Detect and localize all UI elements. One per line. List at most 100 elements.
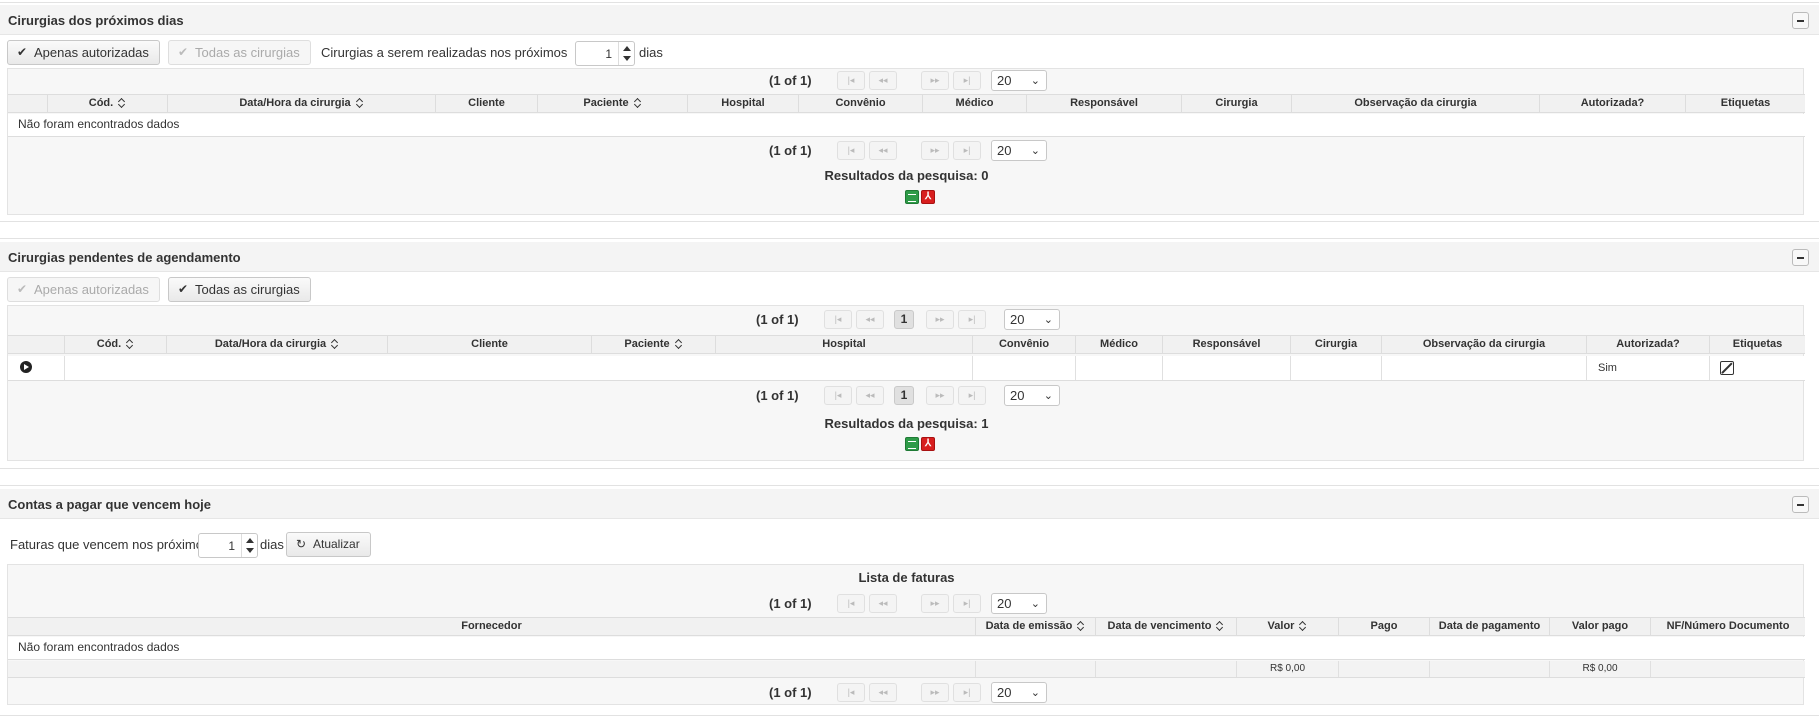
days-spinner[interactable]: 1: [575, 41, 635, 66]
check-icon: ✔: [17, 282, 28, 296]
last-page-icon[interactable]: ▸|: [953, 683, 981, 702]
total-value: R$ 0,00: [1269, 663, 1306, 674]
days-suffix-label: dias: [639, 45, 663, 60]
spin-up-icon[interactable]: [623, 46, 631, 51]
sort-icon: [126, 339, 134, 349]
prev-page-icon[interactable]: ◂◂: [869, 71, 897, 90]
last-page-icon[interactable]: ▸|: [958, 310, 986, 329]
expand-row-icon[interactable]: [20, 361, 32, 373]
spin-down-icon[interactable]: [623, 56, 631, 61]
due-days-spinner[interactable]: 1: [198, 533, 258, 558]
page-1-button[interactable]: 1: [894, 310, 914, 329]
col-payment-date: Data de pagamento: [1430, 618, 1550, 636]
search-results-count: Resultados da pesquisa: 0: [824, 168, 989, 183]
rows-per-page-select[interactable]: 20 ⌄: [991, 682, 1047, 703]
next-page-icon[interactable]: ▸▸: [921, 683, 949, 702]
prev-page-icon[interactable]: ◂◂: [856, 386, 884, 405]
col-cod[interactable]: Cód.: [48, 95, 168, 113]
days-prefix-label: Cirurgias a serem realizadas nos próximo…: [321, 45, 568, 60]
col-hospital: Hospital: [716, 336, 973, 354]
search-results-count: Resultados da pesquisa: 1: [824, 416, 989, 431]
prev-page-icon[interactable]: ◂◂: [856, 310, 884, 329]
collapse-icon[interactable]: [1792, 496, 1809, 513]
prev-page-icon[interactable]: ◂◂: [869, 594, 897, 613]
prev-page-icon[interactable]: ◂◂: [869, 141, 897, 160]
sort-icon: [331, 339, 339, 349]
all-surgeries-button[interactable]: ✔ Todas as cirurgias: [168, 277, 311, 302]
page-info: (1 of 1): [756, 312, 799, 327]
next-page-icon[interactable]: ▸▸: [921, 141, 949, 160]
first-page-icon[interactable]: |◂: [837, 683, 865, 702]
page-1-button[interactable]: 1: [894, 386, 914, 405]
only-authorized-button[interactable]: ✔ Apenas autorizadas: [7, 40, 160, 65]
next-page-icon[interactable]: ▸▸: [926, 310, 954, 329]
last-page-icon[interactable]: ▸|: [958, 386, 986, 405]
rows-per-page-select[interactable]: 20 ⌄: [1004, 385, 1060, 406]
first-page-icon[interactable]: |◂: [837, 71, 865, 90]
col-supplier: Fornecedor: [8, 618, 976, 636]
first-page-icon[interactable]: |◂: [824, 310, 852, 329]
upcoming-surgeries-table: (1 of 1) |◂ ◂◂ ▸▸ ▸| 20 ⌄ Cód. Data/Hora …: [7, 68, 1805, 215]
last-page-icon[interactable]: ▸|: [953, 141, 981, 160]
sort-icon: [634, 98, 642, 108]
col-issue-date[interactable]: Data de emissão: [976, 618, 1096, 636]
invoices-table: Lista de faturas (1 of 1) |◂ ◂◂ ▸▸ ▸| 20…: [7, 564, 1805, 705]
first-page-icon[interactable]: |◂: [837, 594, 865, 613]
spin-down-icon[interactable]: [246, 548, 254, 553]
col-hospital: Hospital: [688, 95, 799, 113]
last-page-icon[interactable]: ▸|: [953, 71, 981, 90]
rows-per-page-select[interactable]: 20 ⌄: [1004, 309, 1060, 330]
col-observation: Observação da cirurgia: [1292, 95, 1540, 113]
table-row[interactable]: Sim: [8, 356, 1805, 381]
pdf-export-icon[interactable]: ⅄: [921, 190, 935, 204]
next-page-icon[interactable]: ▸▸: [921, 594, 949, 613]
col-doctor: Médico: [1076, 336, 1163, 354]
col-datetime[interactable]: Data/Hora da cirurgia: [168, 95, 436, 113]
col-tags: Etiquetas: [1720, 97, 1771, 109]
paginator-bottom: (1 of 1) |◂ ◂◂ ▸▸ ▸| 20 ⌄: [8, 681, 1805, 705]
empty-message: Não foram encontrados dados: [18, 640, 180, 654]
invoice-list-title: Lista de faturas: [858, 570, 955, 585]
excel-export-icon[interactable]: [905, 190, 919, 204]
pdf-export-icon[interactable]: ⅄: [921, 437, 935, 451]
col-patient[interactable]: Paciente: [592, 336, 716, 354]
all-surgeries-button[interactable]: ✔ Todas as cirurgias: [168, 40, 311, 65]
collapse-icon[interactable]: [1792, 249, 1809, 266]
paginator-top: (1 of 1) |◂ ◂◂ 1 ▸▸ ▸| 20 ⌄: [8, 308, 1805, 332]
rows-per-page-select[interactable]: 20 ⌄: [991, 593, 1047, 614]
paginator-bottom: (1 of 1) |◂ ◂◂ ▸▸ ▸| 20 ⌄: [8, 139, 1805, 163]
first-page-icon[interactable]: |◂: [824, 386, 852, 405]
days-value: 1: [605, 47, 612, 61]
col-document-number: NF/Número Documento: [1666, 620, 1790, 632]
paginator-top: (1 of 1) |◂ ◂◂ ▸▸ ▸| 20 ⌄: [8, 69, 1805, 93]
refresh-button[interactable]: ↻ Atualizar: [286, 532, 371, 557]
col-datetime[interactable]: Data/Hora da cirurgia: [167, 336, 388, 354]
col-client: Cliente: [436, 95, 538, 113]
col-authorized: Autorizada?: [1540, 95, 1686, 113]
edit-tags-icon[interactable]: [1720, 361, 1734, 375]
next-page-icon[interactable]: ▸▸: [921, 71, 949, 90]
col-surgery: Cirurgia: [1291, 336, 1382, 354]
col-value[interactable]: Valor: [1237, 618, 1339, 636]
rows-per-page-select[interactable]: 20 ⌄: [991, 70, 1047, 91]
page-info: (1 of 1): [769, 596, 812, 611]
last-page-icon[interactable]: ▸|: [953, 594, 981, 613]
first-page-icon[interactable]: |◂: [837, 141, 865, 160]
col-due-date[interactable]: Data de vencimento: [1096, 618, 1237, 636]
col-cod[interactable]: Cód.: [65, 336, 167, 354]
paginator-bottom: (1 of 1) |◂ ◂◂ 1 ▸▸ ▸| 20 ⌄: [8, 384, 1805, 408]
collapse-icon[interactable]: [1792, 12, 1809, 29]
col-select: [8, 95, 48, 113]
panel-header-bills-due-today: Contas a pagar que vencem hoje: [0, 489, 1819, 519]
prev-page-icon[interactable]: ◂◂: [869, 683, 897, 702]
spin-up-icon[interactable]: [246, 538, 254, 543]
col-tags: Etiquetas: [1732, 338, 1783, 350]
only-authorized-button[interactable]: ✔ Apenas autorizadas: [7, 277, 160, 302]
table-header: Cód. Data/Hora da cirurgia Cliente Pacie…: [8, 335, 1805, 354]
col-authorized: Autorizada?: [1587, 336, 1710, 354]
col-patient[interactable]: Paciente: [538, 95, 688, 113]
rows-per-page-select[interactable]: 20 ⌄: [991, 140, 1047, 161]
next-page-icon[interactable]: ▸▸: [926, 386, 954, 405]
excel-export-icon[interactable]: [905, 437, 919, 451]
empty-message: Não foram encontrados dados: [18, 117, 180, 131]
